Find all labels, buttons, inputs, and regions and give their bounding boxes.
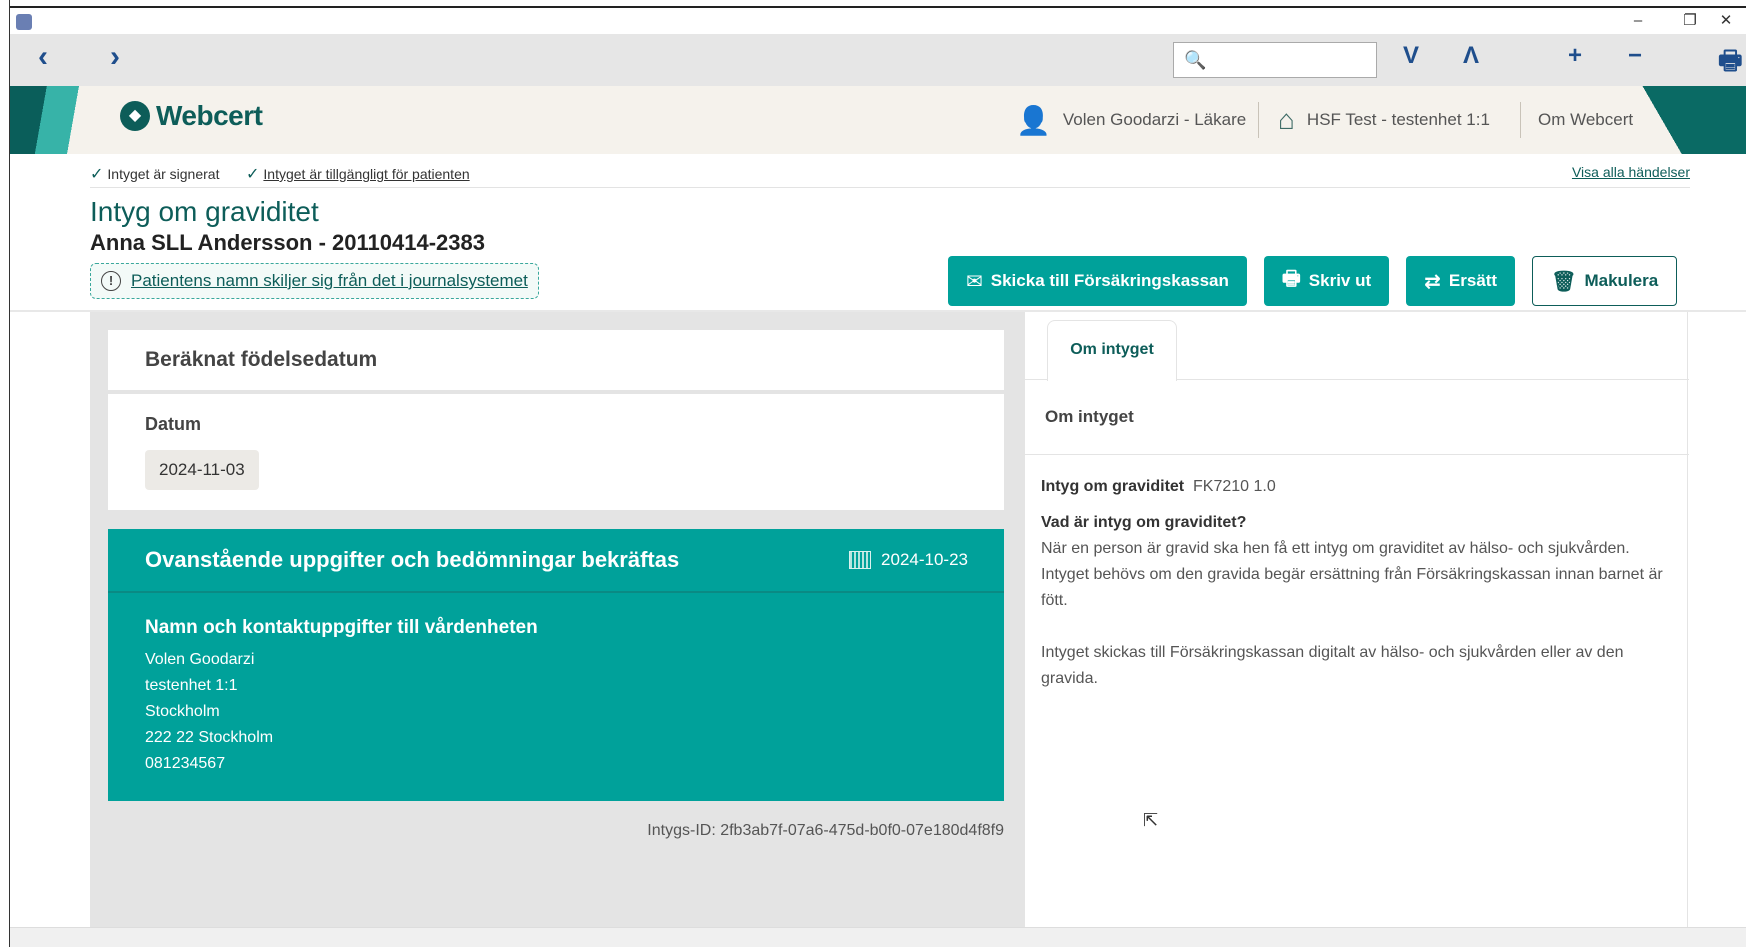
find-next-button[interactable]: V (1403, 42, 1419, 70)
birth-date-card-body: Datum 2024-11-03 (108, 394, 1004, 510)
header-divider (1258, 102, 1259, 138)
signature-date: 2024-10-23 (849, 550, 968, 570)
confirmation-section: Ovanstående uppgifter och bedömningar be… (108, 529, 1004, 801)
birth-date-card-header: Beräknat födelsedatum (108, 330, 1004, 392)
screen: – ❐ ✕ ‹ › 🔍 V Λ + − 🖶 ◆ Webcert 👤 Volen … (0, 0, 1746, 947)
patient-name: Anna SLL Andersson - 20110414-2383 (90, 230, 485, 255)
trash-icon: 🗑 (1551, 270, 1577, 293)
find-previous-button[interactable]: Λ (1463, 42, 1479, 70)
user-icon: 👤 (1016, 104, 1051, 136)
unit-info[interactable]: ⌂ HSF Test - testenhet 1:1 (1278, 86, 1490, 154)
side-panel-tabs: Om intyget (1025, 312, 1689, 381)
side-panel-section-header: Om intyget (1025, 381, 1689, 455)
replace-button[interactable]: ⇄ Ersätt (1406, 256, 1516, 306)
unit-name: HSF Test - testenhet 1:1 (1306, 110, 1490, 129)
back-button[interactable]: ‹ (38, 40, 48, 74)
care-unit-heading: Namn och kontaktuppgifter till vårdenhet… (145, 617, 538, 638)
header-divider (1520, 102, 1521, 138)
document-title: Intyg om graviditet (90, 196, 319, 227)
care-unit-line: 222 22 Stockholm (145, 729, 274, 746)
bottom-bar (10, 927, 1746, 947)
home-icon: ⌂ (1278, 104, 1295, 135)
side-panel-body: Intyg om graviditet FK7210 1.0 Vad är in… (1041, 474, 1671, 692)
side-panel-section-title: Om intyget (1045, 407, 1134, 426)
zoom-out-button[interactable]: − (1628, 42, 1642, 70)
user-name: Volen Goodarzi - Läkare (1062, 110, 1247, 129)
print-icon[interactable]: 🖶 (1718, 42, 1743, 86)
forward-button[interactable]: › (110, 40, 120, 74)
name-mismatch-warning[interactable]: ! Patientens namn skiljer sig från det i… (90, 263, 539, 299)
app-icon (16, 14, 32, 30)
webcert-logo[interactable]: ◆ Webcert (120, 100, 263, 132)
find-input[interactable] (1210, 45, 1370, 75)
confirmation-heading: Ovanstående uppgifter och bedömningar be… (145, 547, 680, 572)
care-unit-line: Stockholm (145, 703, 220, 720)
header-decoration-left (10, 86, 90, 154)
certificate-id: Intygs-ID: 2fb3ab7f-07a6-475d-b0f0-07e18… (647, 822, 1004, 839)
calendar-icon (849, 551, 872, 569)
care-unit-details: Volen Goodarzi testenhet 1:1 Stockholm 2… (145, 647, 273, 777)
close-button[interactable]: ✕ (1706, 10, 1746, 32)
date-label: Datum (145, 414, 202, 434)
tab-om-intyget[interactable]: Om intyget (1047, 320, 1177, 381)
envelope-icon: ✉ (966, 270, 983, 293)
logo-icon: ◆ (120, 101, 150, 131)
side-panel: Om intyget Om intyget Intyg om gravidite… (1024, 312, 1689, 927)
show-all-events-link[interactable]: Visa alla händelser (1572, 164, 1690, 180)
status-row: ✓ Intyget är signerat ✓ Intyget är tillgän… (90, 158, 1690, 188)
send-to-fk-button[interactable]: ✉ Skicka till Försäkringskassan (948, 256, 1247, 306)
printer-icon: 🖶 (1281, 268, 1301, 290)
info-paragraph: Intyget skickas till Försäkringskassan d… (1041, 644, 1624, 687)
discard-button[interactable]: 🗑 Makulera (1532, 256, 1678, 306)
header-decoration-right (1626, 86, 1746, 154)
window-left-border (0, 0, 10, 947)
swap-arrows-icon: ⇄ (1424, 270, 1441, 293)
print-button[interactable]: 🖶 Skriv ut (1263, 256, 1390, 306)
app-header: ◆ Webcert 👤 Volen Goodarzi - Läkare ⌂ HS… (10, 86, 1746, 154)
info-paragraph: När en person är gravid ska hen få ett i… (1041, 540, 1663, 609)
confirmation-header: Ovanstående uppgifter och bedömningar be… (108, 529, 1004, 593)
care-unit-line: Volen Goodarzi (145, 651, 255, 668)
check-icon: ✓ (90, 166, 104, 183)
info-icon: ! (101, 271, 121, 291)
care-unit-line: testenhet 1:1 (145, 677, 238, 694)
info-question: Vad är intyg om graviditet? (1041, 514, 1247, 531)
certificate-type-line: Intyg om graviditet FK7210 1.0 (1041, 478, 1276, 495)
zoom-in-button[interactable]: + (1568, 42, 1582, 70)
browser-toolbar: ‹ › 🔍 V Λ + − 🖶 (10, 34, 1746, 86)
action-buttons: ✉ Skicka till Försäkringskassan 🖶 Skriv … (948, 256, 1678, 306)
find-box[interactable]: 🔍 (1173, 42, 1377, 78)
care-unit-line: 081234567 (145, 755, 226, 772)
mouse-cursor-icon: ⇱ (1143, 810, 1159, 830)
date-value: 2024-11-03 (145, 450, 259, 490)
available-status-link[interactable]: ✓ Intyget är tillgängligt för patienten (246, 164, 470, 184)
brand-name: Webcert (156, 100, 263, 131)
restore-button[interactable]: ❐ (1670, 10, 1710, 32)
check-icon: ✓ (246, 166, 260, 183)
about-link[interactable]: Om Webcert (1538, 86, 1633, 154)
birth-date-heading: Beräknat födelsedatum (145, 348, 378, 371)
signed-status: ✓ Intyget är signerat (90, 166, 220, 183)
user-info[interactable]: 👤 Volen Goodarzi - Läkare (1016, 86, 1246, 154)
search-icon: 🔍 (1184, 50, 1207, 70)
minimize-button[interactable]: – (1618, 10, 1658, 32)
window-titlebar: – ❐ ✕ (10, 6, 1746, 34)
